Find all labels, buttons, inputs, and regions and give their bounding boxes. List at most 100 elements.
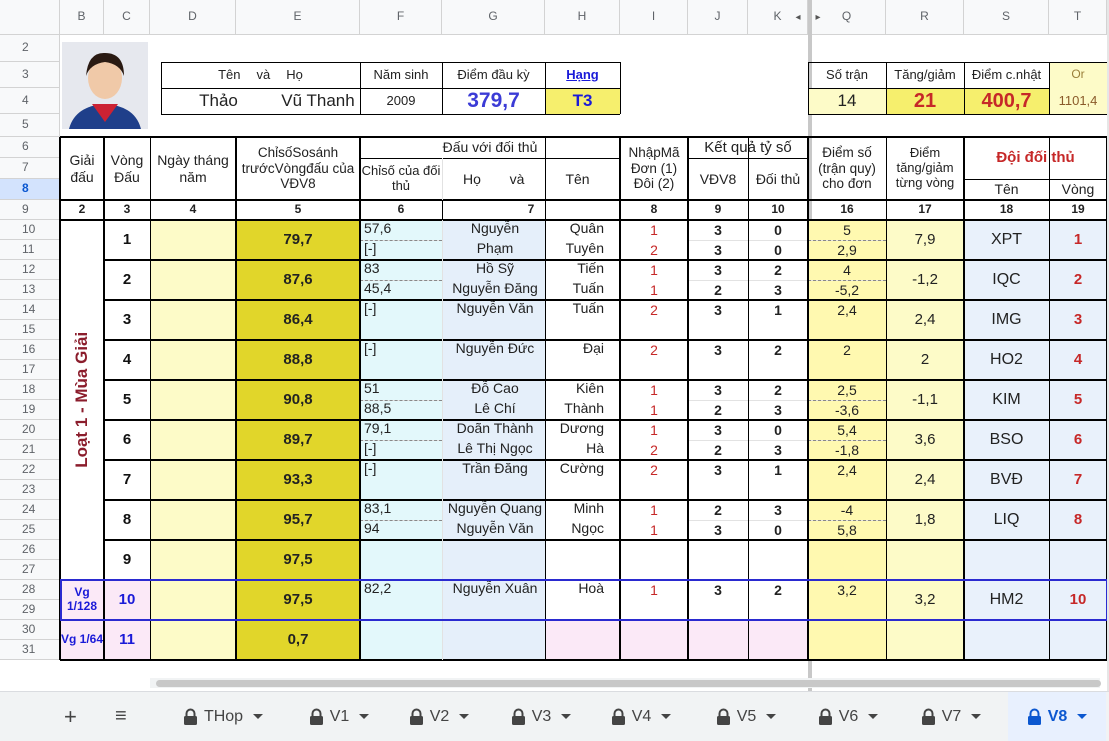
chevron-down-icon[interactable] bbox=[459, 714, 470, 719]
opponent-index: 83 bbox=[364, 259, 380, 276]
border bbox=[963, 137, 965, 660]
chevron-down-icon[interactable] bbox=[661, 714, 672, 719]
row-header-22[interactable]: 22 bbox=[0, 460, 60, 480]
row-header-6[interactable]: 6 bbox=[0, 137, 60, 158]
row-header-11[interactable]: 11 bbox=[0, 240, 60, 260]
row-header-15[interactable]: 15 bbox=[0, 320, 60, 340]
chevron-down-icon[interactable] bbox=[1077, 714, 1088, 719]
opponent-name: Hoà bbox=[578, 579, 604, 596]
border bbox=[807, 137, 809, 660]
row-header-30[interactable]: 30 bbox=[0, 620, 60, 640]
header-doi-ten: Tên bbox=[994, 181, 1019, 198]
score-opponent: 2 bbox=[774, 581, 782, 598]
horizontal-scrollbar-thumb[interactable] bbox=[156, 680, 1101, 687]
opponent-index: 88,5 bbox=[364, 399, 392, 416]
row-header-3[interactable]: 3 bbox=[0, 62, 60, 88]
row-header-7[interactable]: 7 bbox=[0, 158, 60, 179]
chevron-down-icon[interactable] bbox=[766, 714, 777, 719]
match-points: 2,4 bbox=[837, 461, 857, 478]
chevron-down-icon[interactable] bbox=[561, 714, 572, 719]
sheet-tab-v6[interactable]: V6 bbox=[805, 692, 891, 741]
season-label-text: Loạt 1 - Mùa Giải bbox=[72, 331, 92, 469]
border bbox=[360, 158, 620, 159]
column-header-h[interactable]: H bbox=[545, 0, 620, 35]
row-header-24[interactable]: 24 bbox=[0, 500, 60, 520]
column-header-r[interactable]: R bbox=[886, 0, 964, 35]
chevron-down-icon[interactable] bbox=[971, 714, 982, 719]
row-header-18[interactable]: 18 bbox=[0, 380, 60, 400]
column-header-d[interactable]: D bbox=[150, 0, 236, 35]
score-opponent: 0 bbox=[774, 421, 782, 438]
round-change: 2 bbox=[920, 351, 930, 369]
score-opponent: 1 bbox=[774, 461, 782, 478]
sheet-tab-label: V8 bbox=[1047, 707, 1068, 725]
row-header-8[interactable]: 8 bbox=[0, 179, 60, 200]
match-points: 5 bbox=[843, 221, 851, 238]
match-code: 2 bbox=[650, 341, 658, 358]
sheet-tab-v4[interactable]: V4 bbox=[598, 692, 684, 741]
row-header-23[interactable]: 23 bbox=[0, 480, 60, 500]
or-value: 1101,4 bbox=[1058, 92, 1098, 108]
row-header-28[interactable]: 28 bbox=[0, 580, 60, 600]
row-header-2[interactable]: 2 bbox=[0, 35, 60, 62]
add-sheet-button[interactable]: + bbox=[64, 692, 77, 741]
column-header-g[interactable]: G bbox=[442, 0, 545, 35]
sheet-tab-v1[interactable]: V1 bbox=[296, 692, 382, 741]
chevron-down-icon[interactable] bbox=[253, 714, 264, 719]
score-player: 2 bbox=[714, 441, 722, 458]
column-number: 17 bbox=[918, 202, 932, 217]
expand-right-icon[interactable]: ▸ bbox=[810, 0, 826, 35]
row-header-9[interactable]: 9 bbox=[0, 200, 60, 220]
row-header-14[interactable]: 14 bbox=[0, 300, 60, 320]
opponent-team: BVĐ bbox=[990, 470, 1023, 488]
row-header-27[interactable]: 27 bbox=[0, 560, 60, 580]
round-change: -1,2 bbox=[912, 271, 938, 289]
score-player: 3 bbox=[714, 241, 722, 258]
row-header-5[interactable]: 5 bbox=[0, 114, 60, 137]
sheet-tab-v2[interactable]: V2 bbox=[396, 692, 482, 741]
border bbox=[60, 619, 1107, 621]
row-header-26[interactable]: 26 bbox=[0, 540, 60, 560]
column-header-i[interactable]: I bbox=[620, 0, 688, 35]
row-header-29[interactable]: 29 bbox=[0, 600, 60, 620]
row-header-31[interactable]: 31 bbox=[0, 640, 60, 660]
sheet-tab-thop[interactable]: THop bbox=[168, 692, 278, 741]
sheet-tab-bar: + ≡ THop V1 V2 V3 V4 V5 V6 V7 V8 bbox=[0, 691, 1109, 741]
row-header-12[interactable]: 12 bbox=[0, 260, 60, 280]
border bbox=[161, 88, 620, 89]
column-header-j[interactable]: J bbox=[688, 0, 748, 35]
row-header-19[interactable]: 19 bbox=[0, 400, 60, 420]
column-header-t[interactable]: T bbox=[1049, 0, 1107, 35]
all-sheets-menu-icon[interactable]: ≡ bbox=[115, 692, 127, 741]
collapse-left-icon[interactable]: ◂ bbox=[790, 0, 806, 35]
column-header-s[interactable]: S bbox=[964, 0, 1049, 35]
row-header-4[interactable]: 4 bbox=[0, 88, 60, 114]
sheet-tab-v3[interactable]: V3 bbox=[498, 692, 584, 741]
chevron-down-icon[interactable] bbox=[359, 714, 370, 719]
sheet-tab-v5[interactable]: V5 bbox=[703, 692, 789, 741]
score-opponent: 1 bbox=[774, 301, 782, 318]
row-header-10[interactable]: 10 bbox=[0, 220, 60, 240]
rank-value: T3 bbox=[572, 91, 593, 111]
row-header-21[interactable]: 21 bbox=[0, 440, 60, 460]
column-header-c[interactable]: C bbox=[104, 0, 150, 35]
name-header-part: Họ bbox=[286, 66, 303, 82]
column-header-f[interactable]: F bbox=[360, 0, 442, 35]
row-header-25[interactable]: 25 bbox=[0, 520, 60, 540]
select-all-corner[interactable] bbox=[0, 0, 60, 35]
column-header-b[interactable]: B bbox=[60, 0, 104, 35]
row-header-13[interactable]: 13 bbox=[0, 280, 60, 300]
column-header-e[interactable]: E bbox=[236, 0, 360, 35]
birth-year: 2009 bbox=[386, 92, 416, 108]
row-header-20[interactable]: 20 bbox=[0, 420, 60, 440]
header-doi-thu: Đối thủ bbox=[755, 170, 801, 187]
opponent-surname: Nguyễn Văn bbox=[456, 299, 534, 316]
match-code: 1 bbox=[650, 281, 658, 298]
sheet-tab-v8[interactable]: V8 bbox=[1008, 692, 1106, 741]
chevron-down-icon[interactable] bbox=[868, 714, 879, 719]
row-header-17[interactable]: 17 bbox=[0, 360, 60, 380]
sheet-tab-label: V6 bbox=[838, 707, 859, 725]
row-header-16[interactable]: 16 bbox=[0, 340, 60, 360]
border bbox=[886, 62, 887, 114]
sheet-tab-v7[interactable]: V7 bbox=[908, 692, 994, 741]
